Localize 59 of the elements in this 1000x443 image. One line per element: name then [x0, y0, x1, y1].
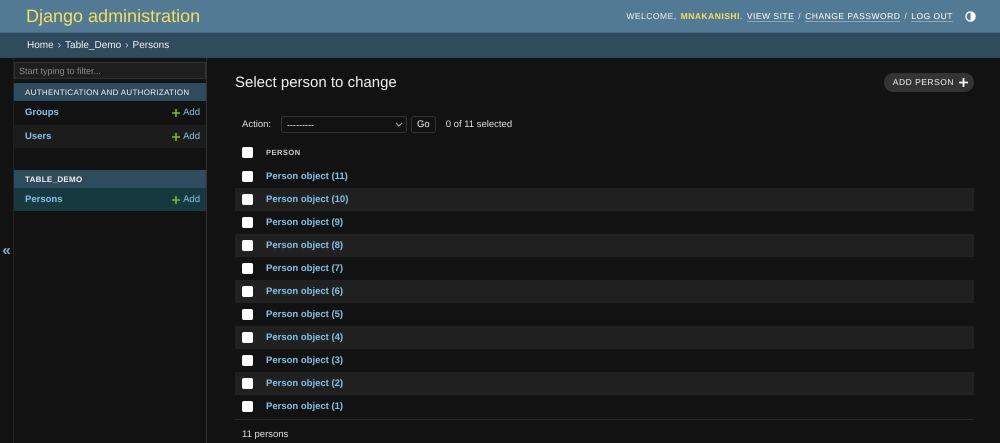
model-link[interactable]: Persons: [25, 194, 62, 205]
checkbox[interactable]: [242, 309, 253, 320]
collapse-toggle[interactable]: «: [2, 242, 11, 259]
header-link[interactable]: VIEW SITE: [746, 10, 794, 22]
checkbox[interactable]: [242, 147, 253, 158]
filter-field[interactable]: Start typing to filter...: [14, 62, 206, 79]
checkbox[interactable]: [242, 263, 253, 274]
record-link[interactable]: Person object (2): [266, 378, 344, 389]
chevron-icon: [395, 122, 404, 127]
action-label: Action:: [242, 119, 272, 130]
selection-counter: 0 of 11 selected: [446, 119, 512, 130]
separator: /: [904, 11, 908, 21]
app-caption[interactable]: TABLE_DEMO: [14, 170, 206, 188]
checkbox[interactable]: [242, 332, 253, 343]
add-link[interactable]: Add: [172, 131, 200, 142]
checkbox[interactable]: [242, 194, 253, 205]
add-link[interactable]: Add: [172, 194, 200, 205]
punctuation: .: [740, 11, 743, 21]
header-link[interactable]: CHANGE PASSWORD: [805, 10, 900, 22]
checkbox[interactable]: [242, 171, 253, 182]
record-link[interactable]: Person object (7): [266, 263, 344, 274]
record-link[interactable]: Person object (6): [266, 286, 344, 297]
record-link[interactable]: Person object (5): [266, 309, 344, 320]
add-person-button[interactable]: ADD PERSON: [884, 72, 974, 92]
plus-icon: [172, 132, 180, 140]
model-link[interactable]: Groups: [25, 107, 59, 118]
breadcrumb-link[interactable]: Home: [27, 40, 54, 51]
plus-icon: [172, 108, 180, 116]
app-caption[interactable]: AUTHENTICATION AND AUTHORIZATION: [14, 83, 206, 101]
username: MNAKANISHI: [680, 11, 740, 21]
breadcrumb-separator: ›: [58, 40, 62, 51]
checkbox[interactable]: [242, 401, 253, 412]
record-link[interactable]: Person object (10): [266, 194, 348, 205]
record-link[interactable]: Person object (11): [266, 171, 348, 182]
record-link[interactable]: Person object (9): [266, 217, 344, 228]
current-page: Persons: [132, 40, 170, 51]
checkbox[interactable]: [242, 355, 253, 366]
breadcrumb-separator: ›: [125, 40, 129, 51]
header-link[interactable]: LOG OUT: [911, 10, 953, 22]
record-link[interactable]: Person object (1): [266, 401, 344, 412]
go-button[interactable]: Go: [411, 116, 436, 133]
welcome-text: WELCOME,: [626, 11, 677, 21]
record-link[interactable]: Person object (8): [266, 240, 344, 251]
page-title: Select person to change: [235, 74, 397, 90]
theme-toggle-icon[interactable]: [965, 10, 976, 22]
plus-icon: [172, 196, 180, 204]
result-count: 11 persons: [235, 419, 974, 440]
add-link[interactable]: Add: [172, 107, 200, 118]
action-select[interactable]: ---------: [281, 116, 408, 133]
separator: /: [798, 11, 802, 21]
model-link[interactable]: Users: [25, 131, 52, 142]
record-link[interactable]: Person object (3): [266, 355, 344, 366]
breadcrumb-link[interactable]: Table_Demo: [65, 40, 122, 51]
checkbox[interactable]: [242, 286, 253, 297]
checkbox[interactable]: [242, 240, 253, 251]
checkbox[interactable]: [242, 378, 253, 389]
record-link[interactable]: Person object (4): [266, 332, 344, 343]
checkbox[interactable]: [242, 217, 253, 228]
plus-icon: [959, 78, 968, 86]
